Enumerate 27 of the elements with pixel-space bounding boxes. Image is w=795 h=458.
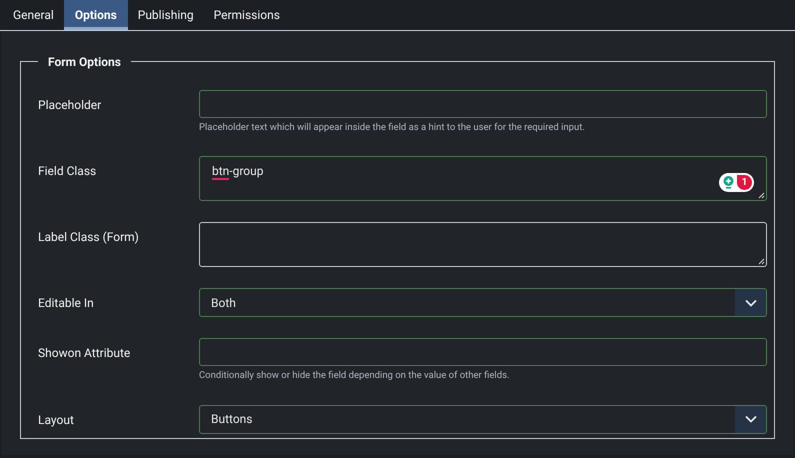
- bulb-icon: [723, 176, 734, 190]
- tab[interactable]: Publishing: [128, 0, 204, 30]
- help-text: Placeholder text which will appear inside the field as a hint to the user for the required input.: [199, 121, 586, 135]
- select-dropdown[interactable]: Both: [199, 288, 767, 318]
- help-text: Conditionally show or hide the field depending on the value of other fields.: [199, 369, 510, 384]
- field-label: Label Class (Form): [38, 230, 139, 244]
- textarea-field[interactable]: btn-group 1: [199, 156, 767, 202]
- text-field[interactable]: [199, 338, 767, 366]
- chevron-down-icon: [744, 415, 756, 423]
- textarea-field[interactable]: [199, 222, 767, 268]
- issue-count: 1: [737, 175, 752, 190]
- field-label: Layout: [38, 412, 74, 426]
- resize-handle-icon: [758, 192, 765, 200]
- resize-handle-icon: [758, 258, 765, 266]
- text-field[interactable]: [199, 90, 767, 118]
- tab[interactable]: Permissions: [204, 0, 290, 30]
- field-label: Editable In: [38, 296, 94, 310]
- tab[interactable]: General: [3, 0, 64, 30]
- grammar-badge[interactable]: 1: [719, 173, 754, 192]
- chevron-down-icon: [744, 298, 756, 307]
- group-title: Form Options: [48, 55, 121, 69]
- tab[interactable]: Options: [64, 0, 128, 30]
- field-value: btn-group: [212, 164, 264, 178]
- select-dropdown[interactable]: Buttons: [199, 404, 767, 434]
- field-label: Showon Attribute: [38, 346, 130, 360]
- field-label: Field Class: [38, 164, 96, 178]
- field-label: Placeholder: [38, 98, 102, 112]
